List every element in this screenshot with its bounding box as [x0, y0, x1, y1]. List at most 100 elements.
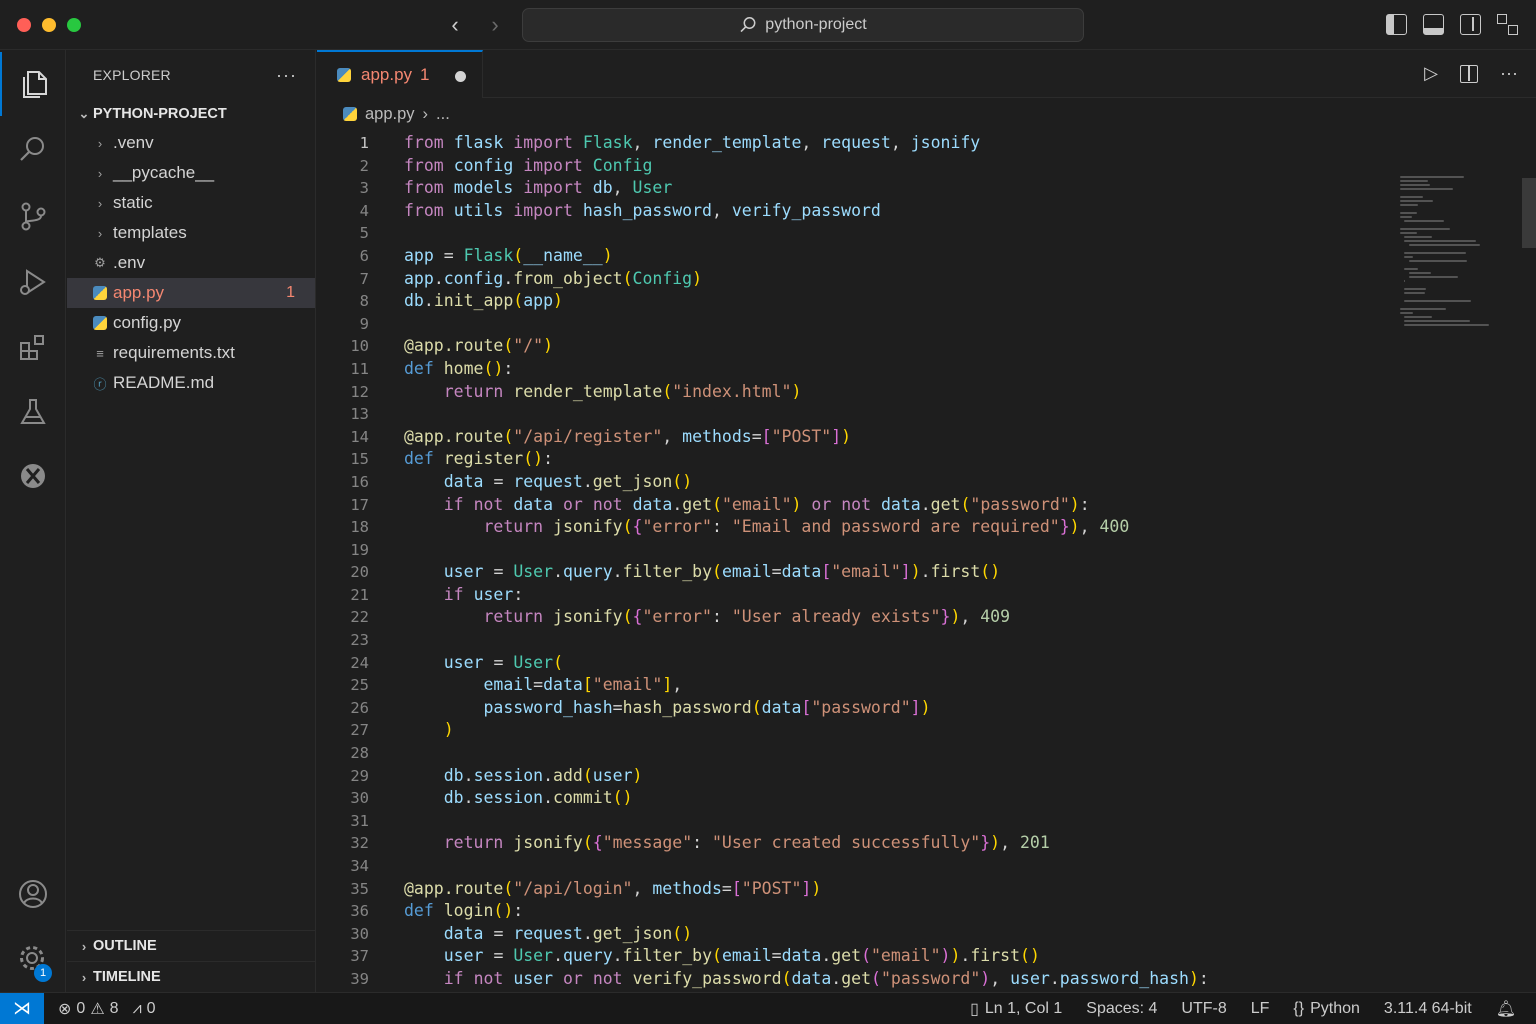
code-line[interactable]: data = request.get_json() — [404, 923, 1209, 946]
explorer-header: EXPLORER ··· — [67, 50, 315, 100]
tree-item-env[interactable]: ⚙ .env — [67, 248, 315, 278]
code-line[interactable] — [404, 222, 1209, 245]
chevron-right-icon: › — [97, 225, 103, 241]
code-line[interactable]: user = User( — [404, 652, 1209, 675]
code-line[interactable]: if not data or not data.get("email") or … — [404, 494, 1209, 517]
settings-badge: 1 — [34, 964, 52, 982]
more-actions-icon[interactable]: ··· — [1500, 63, 1518, 84]
run-and-debug-icon[interactable] — [0, 250, 66, 314]
line-number: 16 — [350, 472, 369, 491]
code-lines[interactable]: from flask import Flask, render_template… — [404, 132, 1209, 991]
tree-item-requirements[interactable]: ≡ requirements.txt — [67, 338, 315, 368]
minimap[interactable] — [1400, 176, 1492, 326]
outline-section[interactable]: › OUTLINE — [67, 930, 315, 961]
code-line[interactable]: db.init_app(app) — [404, 290, 1209, 313]
tree-item-label: config.py — [113, 313, 182, 332]
close-window-button[interactable] — [17, 18, 31, 32]
code-line[interactable]: app = Flask(__name__) — [404, 245, 1209, 268]
run-file-icon[interactable]: ▷ — [1424, 63, 1438, 84]
more-actions-icon[interactable]: ··· — [276, 65, 297, 86]
explorer-icon[interactable] — [0, 52, 66, 116]
code-line[interactable]: password_hash=hash_password(data["passwo… — [404, 697, 1209, 720]
indentation[interactable]: Spaces: 4 — [1086, 1000, 1157, 1018]
code-line[interactable]: @app.route("/api/login", methods=["POST"… — [404, 878, 1209, 901]
remote-explorer-icon[interactable] — [0, 444, 66, 508]
tree-item-app-py[interactable]: app.py 1 — [67, 278, 315, 308]
maximize-window-button[interactable] — [67, 18, 81, 32]
python-interpreter[interactable]: 3.11.4 64-bit — [1384, 1000, 1472, 1018]
code-line[interactable]: return jsonify({"error": "Email and pass… — [404, 516, 1209, 539]
code-line[interactable]: from flask import Flask, render_template… — [404, 132, 1209, 155]
extensions-icon[interactable] — [0, 316, 66, 380]
toggle-primary-sidebar-icon[interactable] — [1386, 14, 1407, 35]
breadcrumb-symbols[interactable]: ... — [436, 105, 450, 124]
tree-item-readme[interactable]: ⓡ README.md — [67, 368, 315, 398]
code-line[interactable]: from utils import hash_password, verify_… — [404, 200, 1209, 223]
tree-item-pycache[interactable]: › __pycache__ — [67, 158, 315, 188]
minimize-window-button[interactable] — [42, 18, 56, 32]
code-line[interactable]: def home(): — [404, 358, 1209, 381]
code-line[interactable]: user = User.query.filter_by(email=data["… — [404, 561, 1209, 584]
code-line[interactable]: return render_template("index.html") — [404, 381, 1209, 404]
timeline-section[interactable]: › TIMELINE — [67, 961, 315, 992]
tree-item-config-py[interactable]: config.py — [67, 308, 315, 338]
tree-item-static[interactable]: › static — [67, 188, 315, 218]
forward-arrow-icon[interactable]: › — [483, 12, 507, 38]
code-line[interactable]: from config import Config — [404, 155, 1209, 178]
search-icon[interactable] — [0, 118, 66, 182]
split-editor-icon[interactable] — [1460, 64, 1479, 83]
project-folder-header[interactable]: ⌄ PYTHON-PROJECT — [67, 100, 315, 128]
code-line[interactable] — [404, 855, 1209, 878]
code-line[interactable] — [404, 403, 1209, 426]
back-arrow-icon[interactable]: ‹ — [443, 12, 467, 38]
code-line[interactable]: @app.route("/") — [404, 335, 1209, 358]
code-line[interactable]: db.session.commit() — [404, 787, 1209, 810]
code-line[interactable]: @app.route("/api/register", methods=["PO… — [404, 426, 1209, 449]
code-line[interactable] — [404, 313, 1209, 336]
unsaved-dot-icon[interactable] — [455, 71, 466, 82]
ports-indicator[interactable]: ⩘ 0 — [133, 1000, 156, 1018]
code-line[interactable]: def register(): — [404, 448, 1209, 471]
problems-indicator[interactable]: ⊗ 0 ⚠ 8 — [58, 999, 119, 1019]
end-of-line[interactable]: LF — [1251, 1000, 1270, 1018]
line-number: 15 — [350, 450, 369, 469]
manage-gear-icon[interactable]: 1 — [0, 926, 66, 990]
breadcrumb-file[interactable]: app.py — [365, 105, 415, 124]
code-line[interactable] — [404, 742, 1209, 765]
code-line[interactable]: return jsonify({"error": "User already e… — [404, 606, 1209, 629]
notifications-bell-icon[interactable]: 🔔︎ — [1496, 999, 1516, 1019]
minimap-line — [1400, 212, 1417, 214]
code-line[interactable]: email=data["email"], — [404, 674, 1209, 697]
accounts-icon[interactable] — [0, 862, 66, 926]
chevron-down-icon: ⌄ — [78, 106, 90, 121]
code-line[interactable]: return jsonify({"message": "User created… — [404, 832, 1209, 855]
code-line[interactable] — [404, 539, 1209, 562]
tree-item-label: __pycache__ — [113, 163, 215, 182]
command-center-search[interactable]: python-project — [522, 8, 1084, 42]
code-line[interactable]: app.config.from_object(Config) — [404, 268, 1209, 291]
language-mode[interactable]: {} Python — [1293, 1000, 1360, 1018]
toggle-secondary-sidebar-icon[interactable] — [1460, 14, 1481, 35]
code-line[interactable]: db.session.add(user) — [404, 765, 1209, 788]
code-line[interactable]: if user: — [404, 584, 1209, 607]
code-line[interactable]: if not user or not verify_password(data.… — [404, 968, 1209, 991]
code-line[interactable]: ) — [404, 719, 1209, 742]
scrollbar-thumb[interactable] — [1522, 178, 1536, 248]
remote-indicator-icon[interactable]: ⋊ — [0, 992, 44, 1024]
code-line[interactable] — [404, 629, 1209, 652]
code-line[interactable]: def login(): — [404, 900, 1209, 923]
code-line[interactable]: data = request.get_json() — [404, 471, 1209, 494]
code-line[interactable] — [404, 810, 1209, 833]
tree-item-templates[interactable]: › templates — [67, 218, 315, 248]
tab-app-py[interactable]: app.py 1 — [317, 50, 483, 98]
code-line[interactable]: user = User.query.filter_by(email=data.g… — [404, 945, 1209, 968]
code-line[interactable]: from models import db, User — [404, 177, 1209, 200]
toggle-panel-icon[interactable] — [1423, 14, 1444, 35]
customize-layout-icon[interactable] — [1497, 14, 1518, 35]
cursor-position[interactable]: ▯ Ln 1, Col 1 — [970, 999, 1062, 1019]
testing-icon[interactable] — [0, 380, 66, 444]
tree-item-venv[interactable]: › .venv — [67, 128, 315, 158]
code-editor[interactable]: 1 2 3 4 5 6 7 8 9 10 11 12 13 14 15 16 17 18 19 20 21 22 23 24 2… — [317, 132, 1517, 992]
source-control-icon[interactable] — [0, 184, 66, 248]
encoding[interactable]: UTF-8 — [1181, 1000, 1226, 1018]
